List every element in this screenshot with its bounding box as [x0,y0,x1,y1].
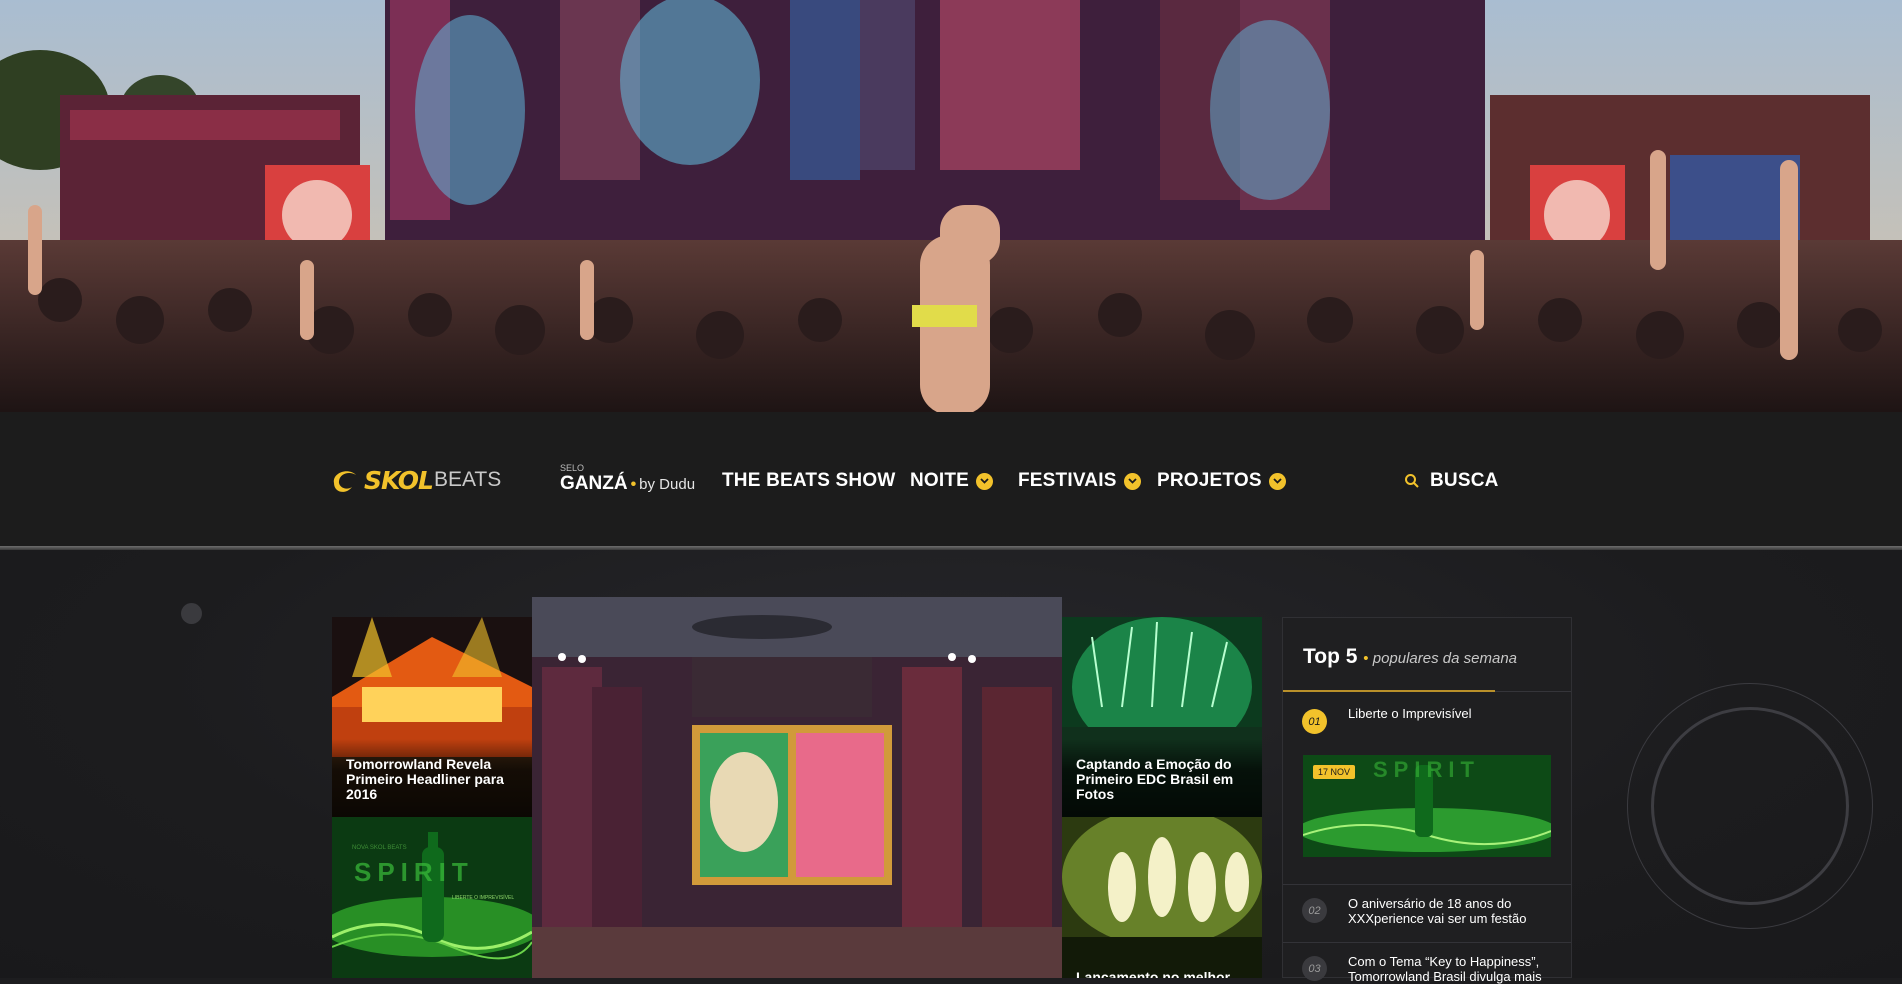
search-label: BUSCA [1430,470,1499,491]
nav-item-projetos[interactable]: PROJETOS [1157,470,1286,492]
hero-banner [0,0,1902,412]
chevron-down-icon [1268,472,1286,490]
nav-item-noite[interactable]: NOITE [910,470,994,492]
top5-widget: Top 5 • populares da semana 01 Liberte o… [1282,617,1572,984]
feature-main-image [532,597,1062,978]
top5-item-title[interactable]: Com o Tema “Key to Happiness”, Tomorrowl… [1348,954,1558,984]
ganza-by-label: by Dudu [639,476,696,493]
nav-item-label: THE BEATS SHOW [722,470,896,491]
rank-badge: 03 [1302,956,1327,981]
hero-festival-image [0,0,1902,412]
divider [1283,942,1571,943]
feature-card-main[interactable] [532,597,1062,978]
thumb-spirit-text: SPIRIT [1373,757,1480,782]
top5-item-title[interactable]: Liberte o Imprevisível [1348,706,1558,721]
top5-header: Top 5 • populares da semana [1283,618,1571,692]
spirit-text: SPIRIT [354,857,474,887]
logo-beats-text: BEATS [433,468,502,491]
date-badge: 17 NOV [1313,765,1356,779]
top5-bullet: • [1363,650,1369,667]
top5-subtitle-text: populares da semana [1372,650,1517,667]
top5-title-text: Top 5 [1303,645,1358,668]
ganza-label: GANZÁ [560,473,628,494]
site-logo[interactable]: SKOL BEATS [330,463,501,497]
top5-title: Top 5 • populares da semana [1303,645,1517,669]
top5-item-image[interactable]: SPIRIT 17 NOV [1303,755,1551,857]
top5-subtitle: • populares da semana [1363,650,1517,667]
feature-caption: Captando a Emoção do Primeiro EDC Brasil… [1076,756,1234,802]
feature-caption: Lançamento no melhor [1076,969,1231,979]
nav-item-label: FESTIVAIS [1018,470,1117,491]
spirit-subtitle: NOVA SKOL BEATS [352,845,407,851]
nav-item-label: PROJETOS [1157,470,1262,491]
feature-caption: Tomorrowland Revela Primeiro Headliner p… [346,756,504,802]
nav-item-festivais[interactable]: FESTIVAIS [1018,470,1141,492]
rank-badge: 01 [1302,709,1327,734]
ganza-bullet: • [630,476,637,493]
chevron-down-icon [976,472,994,490]
spirit-ad-card[interactable]: NOVA SKOL BEATS SPIRIT LIBERTE O IMPREVI… [332,817,532,978]
nav-item-the-beats-show[interactable]: THE BEATS SHOW [722,470,895,492]
search-button[interactable]: BUSCA [1404,470,1499,492]
feature-card-lancamento[interactable]: Lançamento no melhor [1062,817,1262,978]
logo-skol-text: SKOL [364,465,434,495]
selo-label: SELO [560,463,585,473]
top5-underline [1283,690,1495,692]
feature-card-tomorrowland[interactable]: Tomorrowland Revela Primeiro Headliner p… [332,617,532,817]
decorative-ring-inner [1651,707,1849,905]
divider [1283,884,1571,885]
search-icon [1405,474,1419,488]
skol-swirl-icon [333,471,356,492]
decorative-dot [181,603,202,624]
top5-item-title[interactable]: O aniversário de 18 anos do XXXperience … [1348,896,1558,926]
feature-card-edc[interactable]: Captando a Emoção do Primeiro EDC Brasil… [1062,617,1262,817]
spirit-tagline: LIBERTE O IMPREVISÍVEL [452,895,515,901]
chevron-down-icon [1123,472,1141,490]
feature-image [1062,817,1262,978]
rank-badge: 02 [1302,898,1327,923]
nav-item-ganza[interactable]: GANZÁ • by Dudu [560,473,695,495]
nav-item-label: NOITE [910,470,970,491]
